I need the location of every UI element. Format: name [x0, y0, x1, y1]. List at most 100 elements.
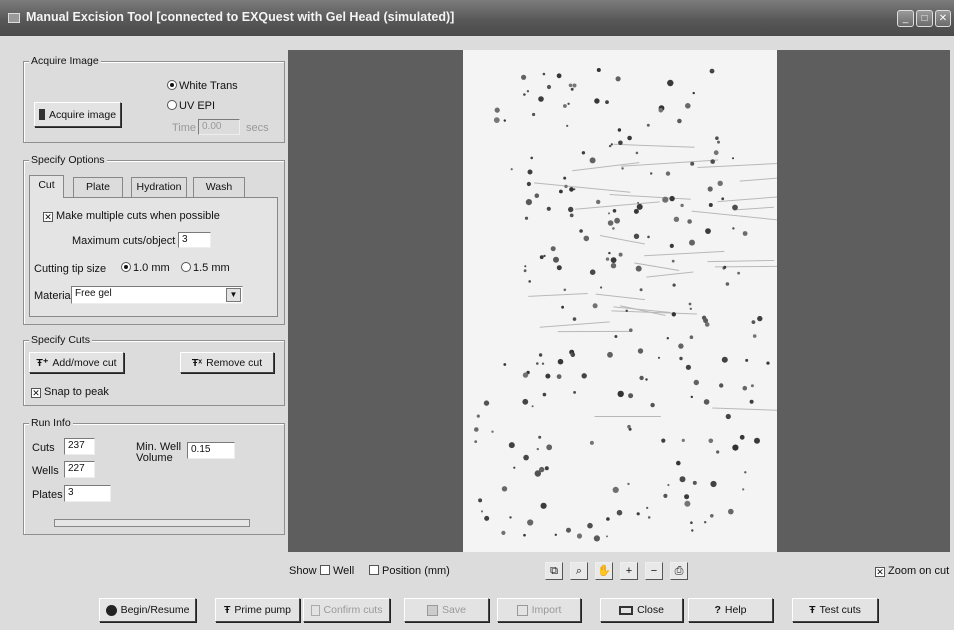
zoom-on-cut-checkbox[interactable]: ✕ Zoom on cut: [875, 565, 949, 577]
gel-spot[interactable]: [680, 203, 684, 208]
gel-spot[interactable]: [618, 140, 623, 146]
gel-spot[interactable]: [545, 373, 551, 379]
gel-spot[interactable]: [703, 399, 710, 405]
gel-spot[interactable]: [669, 195, 675, 202]
gel-spot[interactable]: [709, 68, 715, 74]
gel-spot[interactable]: [707, 186, 713, 192]
gel-spot[interactable]: [522, 372, 529, 378]
gel-spot[interactable]: [513, 466, 516, 469]
gel-spot[interactable]: [689, 335, 694, 340]
gel-spot[interactable]: [608, 251, 611, 255]
gel-spot[interactable]: [703, 318, 709, 324]
gel-spot[interactable]: [572, 83, 577, 88]
gel-spot[interactable]: [750, 384, 754, 388]
gel-spot[interactable]: [742, 231, 748, 236]
gel-spot[interactable]: [689, 307, 692, 310]
gel-spot[interactable]: [693, 379, 699, 386]
gel-spot[interactable]: [563, 288, 567, 292]
gel-spot[interactable]: [526, 90, 530, 93]
gel-spot[interactable]: [484, 515, 490, 521]
gel-spot[interactable]: [569, 187, 574, 192]
gel-spot[interactable]: [523, 93, 526, 96]
gel-spot[interactable]: [662, 196, 669, 203]
gel-spot[interactable]: [607, 220, 614, 226]
prime-pump-button[interactable]: Ŧ Prime pump: [215, 598, 300, 622]
snap-to-peak-checkbox[interactable]: ✕ Snap to peak: [31, 386, 109, 398]
gel-spot[interactable]: [566, 527, 571, 533]
gel-spot[interactable]: [710, 514, 714, 518]
gel-spot[interactable]: [692, 480, 697, 485]
gel-spot[interactable]: [732, 444, 739, 451]
gel-spot[interactable]: [639, 288, 643, 292]
gel-spot[interactable]: [612, 486, 619, 493]
gel-spot[interactable]: [677, 118, 682, 124]
white-trans-radio[interactable]: White Trans: [167, 80, 238, 92]
gel-spot[interactable]: [540, 502, 547, 509]
gel-spot[interactable]: [692, 91, 695, 95]
gel-spot[interactable]: [708, 438, 714, 444]
gel-spot[interactable]: [534, 470, 541, 477]
gel-spot[interactable]: [581, 151, 586, 155]
gel-spot[interactable]: [542, 72, 546, 76]
gel-spot[interactable]: [531, 405, 534, 408]
gel-spot[interactable]: [544, 466, 549, 471]
gel-spot[interactable]: [745, 358, 749, 362]
gel-spot[interactable]: [508, 442, 515, 449]
gel-spot[interactable]: [593, 535, 600, 542]
uv-epi-radio[interactable]: UV EPI: [167, 100, 215, 112]
gel-spot[interactable]: [687, 219, 692, 224]
gel-spot[interactable]: [546, 84, 552, 90]
gel-spot[interactable]: [627, 135, 632, 141]
gel-spot[interactable]: [728, 508, 734, 515]
gel-spot[interactable]: [721, 197, 725, 201]
gel-spot[interactable]: [732, 227, 735, 230]
gel-spot[interactable]: [570, 352, 573, 356]
help-button[interactable]: ? Help: [688, 598, 773, 622]
gel-spot[interactable]: [534, 193, 540, 198]
zoom-in-icon[interactable]: +: [620, 562, 638, 580]
gel-spot[interactable]: [569, 213, 574, 218]
gel-spot[interactable]: [542, 392, 547, 397]
gel-spot[interactable]: [581, 373, 587, 379]
gel-spot[interactable]: [676, 460, 681, 466]
gel-spot[interactable]: [491, 430, 494, 433]
gel-spot[interactable]: [596, 199, 601, 205]
gel-spot[interactable]: [688, 302, 692, 306]
gel-spot[interactable]: [710, 480, 717, 488]
gel-spot[interactable]: [617, 128, 622, 132]
gel-spot[interactable]: [510, 168, 513, 171]
gel-spot[interactable]: [503, 363, 507, 366]
gel-spot[interactable]: [501, 530, 506, 535]
gel-spot[interactable]: [568, 206, 574, 213]
gel-spot[interactable]: [536, 362, 539, 365]
gel-spot[interactable]: [480, 510, 484, 513]
gel-spot[interactable]: [600, 286, 603, 289]
gel-spot[interactable]: [646, 123, 650, 127]
gel-spot[interactable]: [474, 427, 479, 432]
gel-spot[interactable]: [530, 156, 533, 160]
gel-spot[interactable]: [723, 265, 727, 269]
gel-spot[interactable]: [637, 348, 644, 354]
maximize-button[interactable]: □: [916, 10, 933, 27]
gel-spot[interactable]: [625, 309, 628, 312]
gel-spot[interactable]: [478, 498, 483, 503]
max-cuts-field[interactable]: 3: [178, 232, 211, 248]
gel-spot[interactable]: [713, 150, 719, 156]
gel-spot[interactable]: [617, 390, 624, 398]
gel-spot[interactable]: [563, 104, 567, 108]
gel-spot[interactable]: [732, 157, 734, 160]
gel-spot[interactable]: [538, 435, 542, 439]
tip-1mm-radio[interactable]: 1.0 mm: [121, 262, 170, 274]
zoom-region-icon[interactable]: ⌕: [570, 562, 588, 580]
gel-spot[interactable]: [568, 83, 573, 88]
gel-spot[interactable]: [725, 282, 730, 286]
gel-spot[interactable]: [550, 246, 556, 252]
gel-spot[interactable]: [666, 337, 669, 340]
gel-spot[interactable]: [742, 385, 748, 391]
gel-spot[interactable]: [579, 229, 583, 233]
gel-spot[interactable]: [566, 124, 569, 127]
gel-spot[interactable]: [538, 353, 543, 357]
gel-spot[interactable]: [610, 257, 617, 263]
gel-spot[interactable]: [523, 454, 529, 461]
import-button[interactable]: Import: [497, 598, 581, 622]
